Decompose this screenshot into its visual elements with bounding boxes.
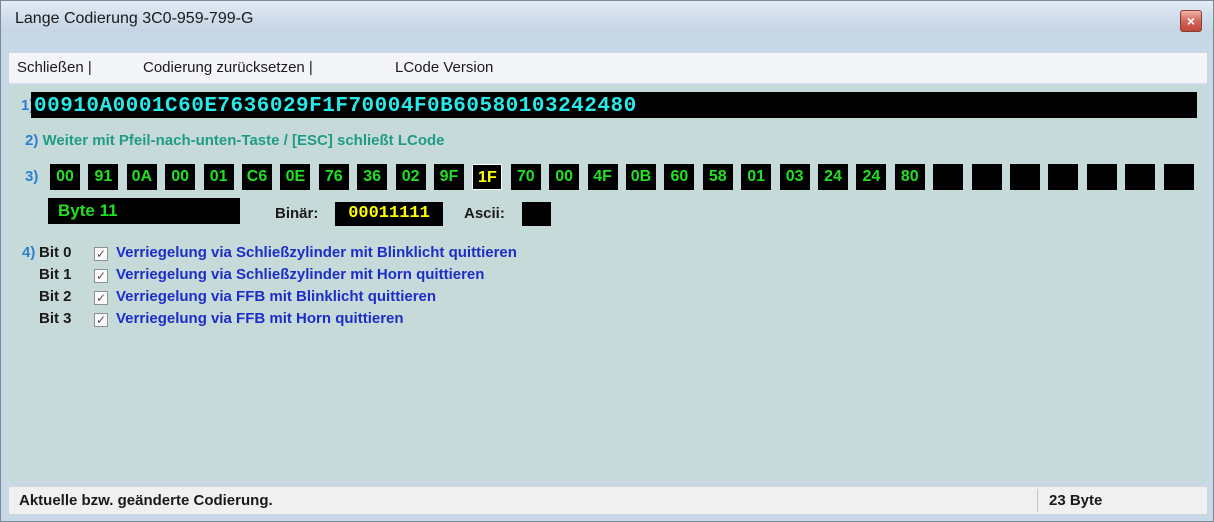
byte-cell[interactable]: 01 [741, 164, 772, 190]
status-divider [1037, 489, 1038, 512]
menu-codierung-zuruecksetzen[interactable]: Codierung zurücksetzen | [143, 59, 313, 76]
bit-name: Bit 3 [39, 310, 72, 327]
hint-text: Weiter mit Pfeil-nach-unten-Taste / [ESC… [42, 132, 445, 149]
close-icon: × [1186, 13, 1196, 29]
byte-cell[interactable]: 80 [894, 164, 925, 190]
title-bar[interactable]: Lange Codierung 3C0-959-799-G × [1, 1, 1213, 41]
byte-cell[interactable]: 9F [434, 164, 464, 190]
byte-cell[interactable]: 00 [549, 164, 580, 190]
binary-label: Binär: [275, 205, 319, 222]
binary-value: 00011111 [335, 202, 443, 226]
byte-cell[interactable] [1163, 164, 1194, 190]
ascii-value [522, 202, 551, 226]
byte-cell[interactable] [1048, 164, 1079, 190]
bit-row: Bit 2 ✓ Verriegelung via FFB mit Blinklich… [9, 287, 809, 309]
byte-cell[interactable]: 60 [664, 164, 695, 190]
byte-cell[interactable] [1125, 164, 1156, 190]
lcode-window: Lange Codierung 3C0-959-799-G × Schließe… [0, 0, 1214, 522]
byte-cell[interactable]: 0B [626, 164, 656, 190]
coding-panel: 1) 00910A0001C60E7636029F1F70004F0B60580… [9, 85, 1207, 481]
byte-cell[interactable] [1010, 164, 1040, 190]
bit-description[interactable]: Verriegelung via FFB mit Horn quittieren [116, 310, 404, 327]
bit-name: Bit 2 [39, 288, 72, 305]
bit-checkbox[interactable]: ✓ [94, 291, 108, 305]
byte-cell[interactable]: 01 [203, 164, 234, 190]
coding-value: 00910A0001C60E7636029F1F70004F0B60580103… [34, 95, 637, 118]
bit-description[interactable]: Verriegelung via FFB mit Blinklicht quit… [116, 288, 436, 305]
status-byte-count: 23 Byte [1049, 492, 1103, 509]
section-3-number: 3) [25, 168, 39, 185]
byte-cell[interactable]: 4F [587, 164, 618, 190]
bit-row: Bit 0 ✓ Verriegelung via Schließzylinder m… [9, 243, 809, 265]
byte-cell[interactable]: 24 [856, 164, 887, 190]
section-2-number: 2) [25, 132, 39, 149]
bit-description[interactable]: Verriegelung via Schließzylinder mit Hor… [116, 266, 484, 283]
close-button[interactable]: × [1180, 10, 1202, 32]
byte-cell[interactable]: 0A [126, 164, 157, 190]
hint-line: 2) Weiter mit Pfeil-nach-unten-Taste / [… [25, 132, 445, 149]
bit-description[interactable]: Verriegelung via Schließzylinder mit Bli… [116, 244, 517, 261]
byte-cell[interactable]: C6 [242, 164, 272, 190]
byte-cell[interactable]: 00 [165, 164, 196, 190]
byte-cell[interactable] [933, 164, 964, 190]
menu-bar: Schließen | Codierung zurücksetzen | LCo… [9, 53, 1207, 84]
bit-checkbox[interactable]: ✓ [94, 269, 108, 283]
menu-lcode-version[interactable]: LCode Version [395, 59, 493, 76]
byte-cell[interactable]: 24 [818, 164, 848, 190]
byte-cell[interactable]: 1F [472, 164, 503, 190]
bit-checkbox[interactable]: ✓ [94, 313, 108, 327]
byte-cell[interactable]: 0E [280, 164, 311, 190]
byte-cell[interactable]: 36 [357, 164, 388, 190]
byte-cell[interactable]: 02 [395, 164, 426, 190]
status-message: Aktuelle bzw. geänderte Codierung. [19, 492, 273, 509]
byte-cell[interactable]: 76 [318, 164, 349, 190]
bit-name: Bit 0 [39, 244, 72, 261]
bit-row: Bit 3 ✓ Verriegelung via FFB mit Horn quit… [9, 309, 809, 331]
ascii-label: Ascii: [464, 205, 505, 222]
byte-cell[interactable]: 91 [88, 164, 119, 190]
byte-cell[interactable] [1086, 164, 1117, 190]
bit-name: Bit 1 [39, 266, 72, 283]
status-bar: Aktuelle bzw. geänderte Codierung. 23 By… [9, 486, 1207, 514]
byte-cell[interactable] [971, 164, 1002, 190]
byte-cell[interactable]: 70 [510, 164, 541, 190]
byte-cell[interactable]: 00 [50, 164, 80, 190]
window-title: Lange Codierung 3C0-959-799-G [15, 10, 254, 27]
byte-cell[interactable]: 03 [779, 164, 810, 190]
byte-cell[interactable]: 58 [702, 164, 733, 190]
byte-index-display: Byte 11 [48, 198, 240, 224]
bit-row: Bit 1 ✓ Verriegelung via Schließzylinder m… [9, 265, 809, 287]
bit-checkbox[interactable]: ✓ [94, 247, 108, 261]
menu-schliessen[interactable]: Schließen | [17, 59, 92, 76]
